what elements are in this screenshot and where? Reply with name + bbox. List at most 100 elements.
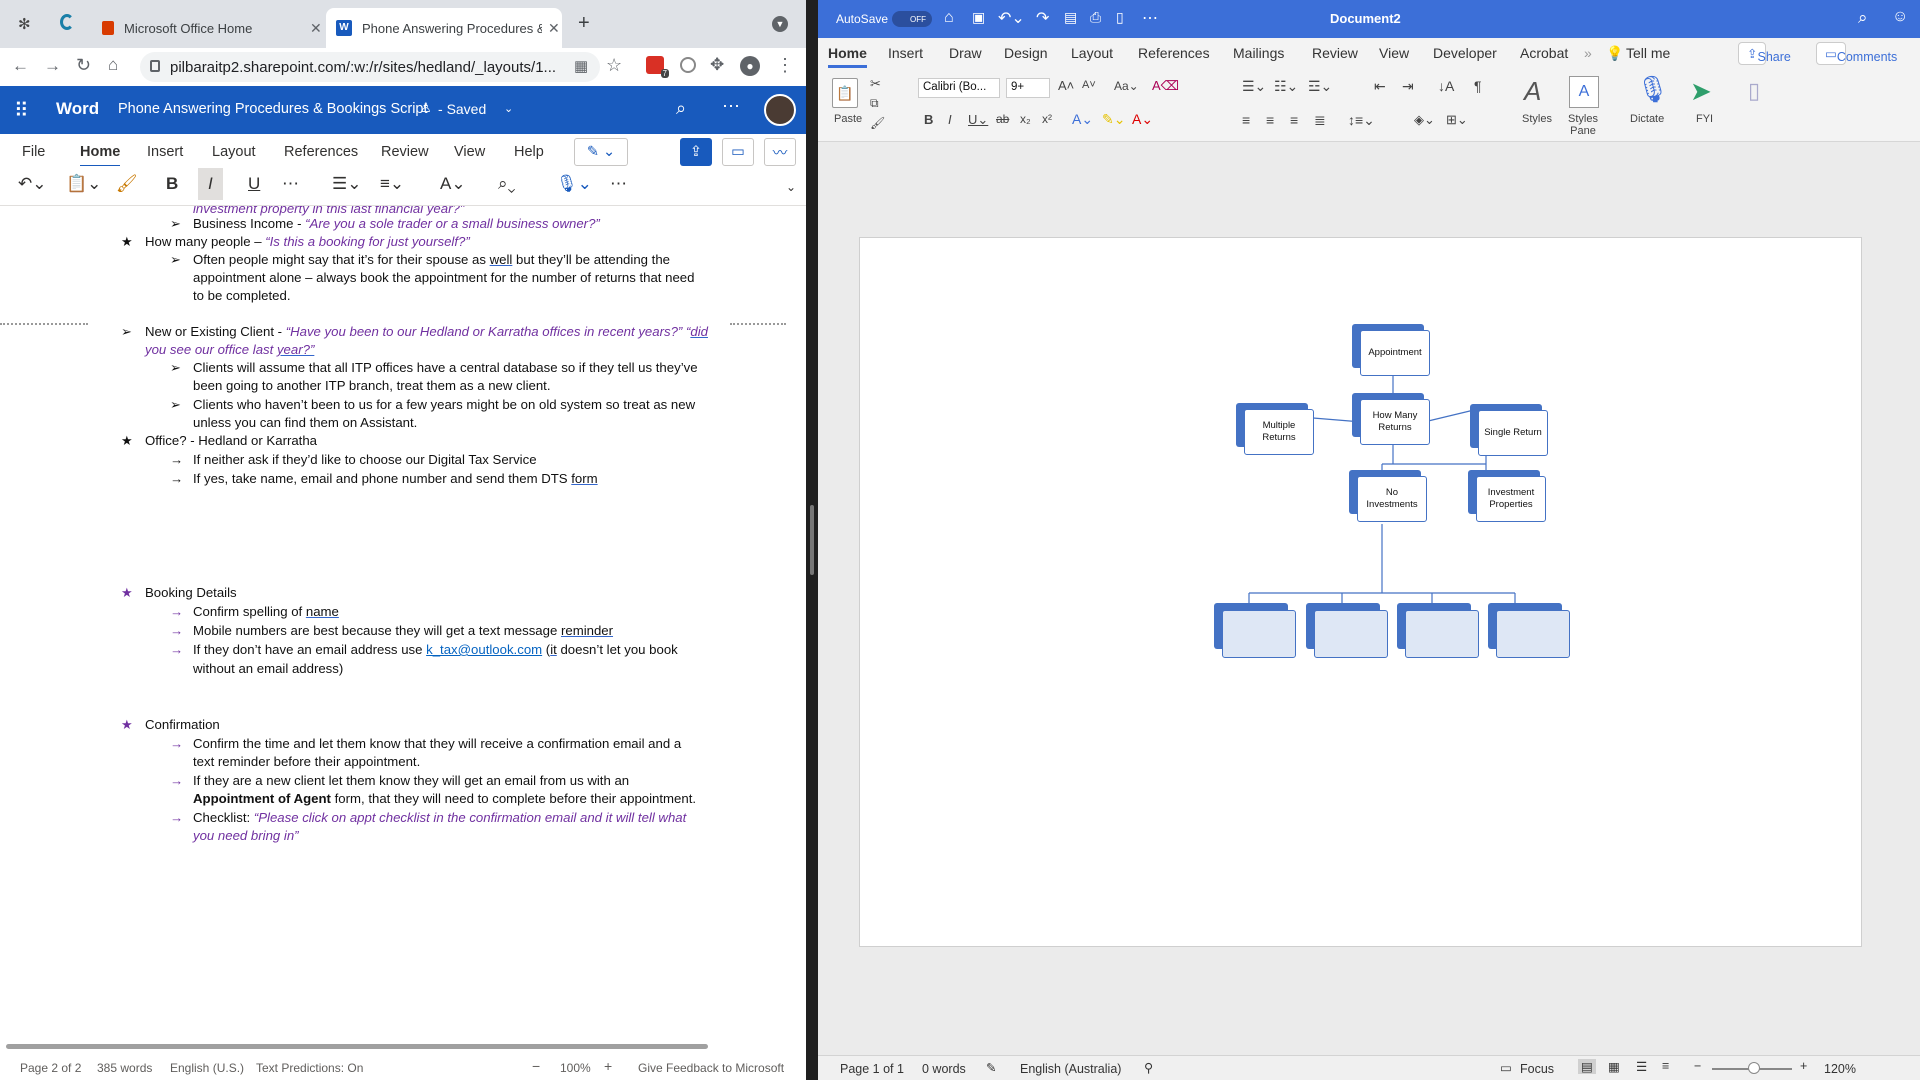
tab-insert[interactable]: Insert: [147, 144, 183, 160]
node-empty-2[interactable]: [1314, 610, 1388, 658]
bullets-icon[interactable]: ☰⌄: [332, 174, 361, 194]
address-bar[interactable]: pilbaraitp2.sharepoint.com/:w:/r/sites/h…: [140, 52, 600, 82]
app-name[interactable]: Word: [56, 99, 99, 119]
tab-view[interactable]: View: [454, 144, 485, 160]
tab-view[interactable]: View: [1379, 45, 1409, 61]
tab-acrobat[interactable]: Acrobat: [1520, 45, 1568, 61]
copy-icon[interactable]: ⧉: [870, 96, 879, 111]
node-empty-4[interactable]: [1496, 610, 1570, 658]
quick-save-icon[interactable]: ▤: [1064, 9, 1077, 26]
sensitivity-icon[interactable]: ▯: [1748, 78, 1760, 104]
font-color-icon[interactable]: A⌄: [1132, 111, 1153, 128]
draft-icon[interactable]: ≡: [1662, 1059, 1669, 1073]
close-tab-icon[interactable]: ✕: [310, 20, 322, 37]
align-right-icon[interactable]: ≡: [1290, 112, 1298, 128]
tab-home[interactable]: Home: [80, 144, 121, 168]
format-painter-icon[interactable]: 🖌: [870, 116, 885, 130]
undo-icon[interactable]: ↶⌄: [18, 174, 47, 194]
tab-file[interactable]: File: [22, 144, 45, 160]
word-count[interactable]: 0 words: [922, 1062, 966, 1076]
node-no-investments[interactable]: No Investments: [1357, 476, 1427, 522]
align-left-icon[interactable]: ≡: [1242, 112, 1250, 128]
home-icon[interactable]: ⌂: [944, 9, 954, 27]
language[interactable]: English (U.S.): [170, 1061, 244, 1075]
tab-design[interactable]: Design: [1004, 45, 1048, 61]
feedback-smiley-icon[interactable]: ☺: [1892, 8, 1908, 26]
search-icon[interactable]: ⌕: [1858, 8, 1868, 28]
format-painter-icon[interactable]: 🖌: [116, 174, 138, 194]
print-icon[interactable]: ⎙: [1090, 9, 1101, 26]
styles-pane-label[interactable]: Styles Pane: [1568, 113, 1598, 137]
align-center-icon[interactable]: ≡: [1266, 112, 1274, 128]
tab-developer[interactable]: Developer: [1433, 45, 1497, 61]
zoom-out-icon[interactable]: −: [1694, 1059, 1701, 1073]
proofing-icon[interactable]: ✎: [986, 1060, 996, 1075]
new-tab-icon[interactable]: +: [578, 12, 590, 35]
dictate-icon[interactable]: 🎙⌄: [556, 174, 592, 194]
word-count[interactable]: 385 words: [97, 1061, 152, 1075]
pilcrow-icon[interactable]: ¶: [1474, 78, 1482, 94]
share-button[interactable]: ⇪ Share: [1738, 42, 1791, 65]
tab-help[interactable]: Help: [514, 144, 544, 160]
bold-icon[interactable]: B: [924, 112, 933, 127]
page-count[interactable]: Page 1 of 1: [840, 1062, 904, 1076]
give-feedback[interactable]: Give Feedback to Microsoft: [638, 1061, 784, 1075]
tab-layout[interactable]: Layout: [212, 144, 256, 160]
share-icon[interactable]: ⇪: [680, 138, 712, 166]
extension-badge-icon[interactable]: 7: [646, 56, 669, 78]
document-canvas[interactable]: investment property in this last financi…: [0, 206, 786, 1038]
clear-format-icon[interactable]: A⌫: [1152, 78, 1179, 94]
activity-icon[interactable]: 〰: [764, 138, 796, 166]
puzzle-icon[interactable]: ✥: [710, 55, 724, 75]
styles-label[interactable]: Styles: [1522, 113, 1552, 125]
back-icon[interactable]: ←: [12, 56, 29, 76]
zoom-out-icon[interactable]: −: [532, 1058, 540, 1074]
page-count[interactable]: Page 2 of 2: [20, 1061, 81, 1075]
tab-insert[interactable]: Insert: [888, 45, 923, 61]
change-case-icon[interactable]: Aa⌄: [1114, 79, 1139, 93]
zoom-slider[interactable]: [1712, 1062, 1792, 1074]
editing-mode-button[interactable]: ✎ ⌄: [574, 138, 628, 166]
focus-icon[interactable]: ▭: [1500, 1060, 1512, 1075]
tab-phone-answering[interactable]: W Phone Answering Procedures & ✕: [326, 8, 562, 48]
outline-icon[interactable]: ☰: [1636, 1059, 1647, 1074]
tab-mailings[interactable]: Mailings: [1233, 45, 1284, 61]
zoom-slider-thumb[interactable]: [1748, 1062, 1760, 1074]
zoom-in-icon[interactable]: +: [1800, 1059, 1807, 1073]
tab-search-icon[interactable]: ▼: [772, 16, 788, 32]
node-single-return[interactable]: Single Return: [1478, 410, 1548, 456]
multilevel-icon[interactable]: ☲⌄: [1308, 78, 1332, 95]
find-icon[interactable]: ⌕⌄: [498, 174, 516, 194]
font-size-select[interactable]: 9+: [1006, 78, 1050, 98]
fyi-label[interactable]: FYI: [1696, 113, 1713, 125]
highlight-icon[interactable]: ✎⌄: [1102, 111, 1125, 128]
borders-icon[interactable]: ⊞⌄: [1446, 112, 1468, 128]
superscript-icon[interactable]: x²: [1042, 112, 1052, 126]
underline-button[interactable]: U: [248, 174, 260, 194]
italic-button[interactable]: I: [198, 168, 223, 200]
comments-icon[interactable]: ▭: [722, 138, 754, 166]
email-link[interactable]: k_tax@outlook.com: [426, 642, 542, 657]
cut-icon[interactable]: ✂: [870, 76, 881, 92]
profile-icon[interactable]: ●: [740, 56, 760, 76]
italic-icon[interactable]: I: [948, 112, 952, 127]
tab-references[interactable]: References: [284, 144, 358, 160]
more-font-icon[interactable]: ⋯: [282, 174, 299, 194]
document-page[interactable]: Appointment Multiple Returns How Many Retu…: [859, 237, 1862, 947]
microphone-icon[interactable]: 🎙: [1636, 74, 1669, 105]
node-multiple-returns[interactable]: Multiple Returns: [1244, 409, 1314, 455]
tab-review[interactable]: Review: [1312, 45, 1358, 61]
autosave-toggle[interactable]: OFF: [892, 11, 932, 27]
numbering-icon[interactable]: ☷⌄: [1274, 78, 1298, 95]
comments-button[interactable]: ▭ Comments: [1816, 42, 1897, 65]
zoom-level[interactable]: 120%: [1824, 1062, 1856, 1076]
underline-icon[interactable]: U⌄: [968, 112, 988, 128]
forward-icon[interactable]: →: [44, 56, 61, 76]
node-appointment[interactable]: Appointment: [1360, 330, 1430, 376]
save-status[interactable]: - Saved: [438, 101, 486, 117]
horizontal-scrollbar[interactable]: [6, 1044, 708, 1049]
more-options-icon[interactable]: ⋯: [722, 96, 740, 117]
chevron-down-icon[interactable]: ⌄: [504, 102, 513, 115]
search-icon[interactable]: ⌕: [676, 98, 686, 119]
increase-indent-icon[interactable]: ⇥: [1402, 78, 1414, 95]
